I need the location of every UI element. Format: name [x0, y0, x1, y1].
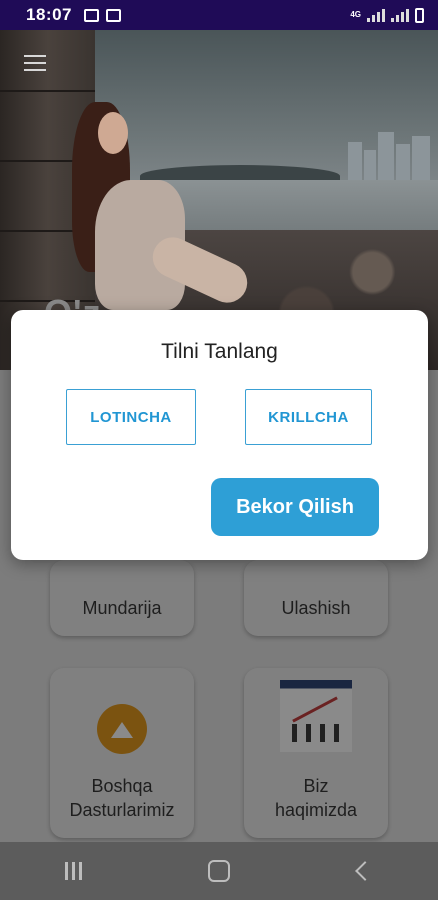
- hero-woman-face: [98, 112, 128, 154]
- card-about-us-line1: Biz: [303, 776, 329, 796]
- card-about-us[interactable]: Biz haqimizda: [244, 668, 388, 838]
- system-icons: 4G: [350, 7, 424, 23]
- cancel-button[interactable]: Bekor Qilish: [211, 478, 379, 536]
- card-ulashish-label: Ulashish: [281, 598, 351, 618]
- home-button[interactable]: [189, 860, 249, 882]
- card-mundarija[interactable]: Mundarija: [50, 560, 194, 636]
- menu-icon[interactable]: [24, 55, 46, 76]
- card-other-apps[interactable]: Boshqa Dasturlarimiz: [50, 668, 194, 838]
- about-team-image: [280, 680, 352, 752]
- status-time: 18:07: [26, 5, 72, 24]
- back-icon: [355, 861, 375, 881]
- back-button[interactable]: [335, 861, 395, 881]
- recents-icon: [43, 862, 103, 880]
- card-about-us-line2: haqimizda: [274, 800, 358, 820]
- dialog-title: Tilni Tanlang: [161, 340, 278, 363]
- image-notification-icon: [83, 8, 99, 22]
- signal-icon-2: [391, 8, 409, 22]
- recents-button[interactable]: [43, 862, 103, 880]
- card-other-apps-line2: Dasturlarimiz: [69, 800, 175, 820]
- language-dialog: Tilni Tanlang LOTINCHA KRILLCHA Bekor Qi…: [11, 310, 428, 560]
- message-notification-icon: [105, 8, 121, 22]
- battery-icon: [415, 7, 424, 23]
- apps-mountain-icon: [97, 704, 147, 754]
- network-type-label: 4G: [350, 10, 361, 19]
- system-nav-bar: [0, 842, 438, 900]
- card-other-apps-line1: Boshqa: [91, 776, 153, 796]
- status-bar: 18:07 4G: [0, 0, 438, 30]
- latin-button[interactable]: LOTINCHA: [66, 389, 196, 445]
- card-mundarija-label: Mundarija: [82, 598, 162, 618]
- cyrillic-button[interactable]: KRILLCHA: [245, 389, 372, 445]
- card-ulashish[interactable]: Ulashish: [244, 560, 388, 636]
- notification-icons: [83, 8, 121, 22]
- signal-icon: [367, 8, 385, 22]
- home-icon: [208, 860, 230, 882]
